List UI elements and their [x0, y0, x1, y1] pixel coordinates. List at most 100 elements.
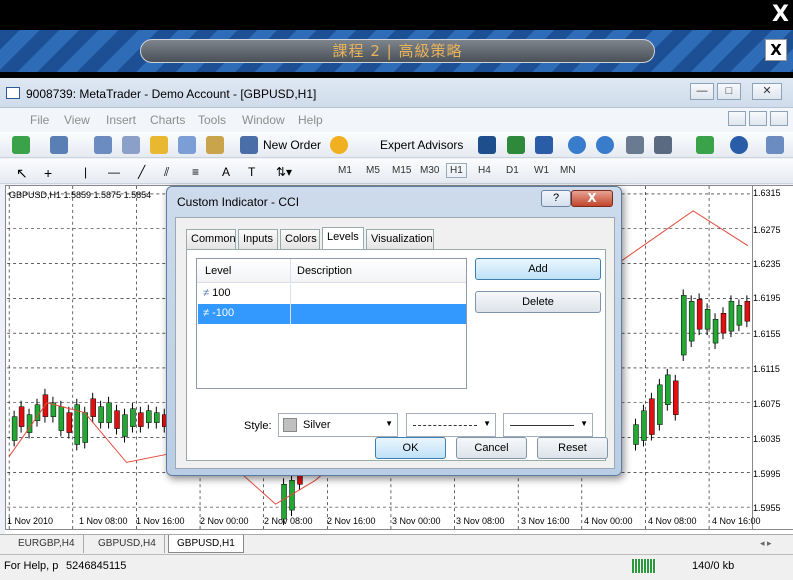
- navigator-icon[interactable]: [150, 136, 168, 154]
- tf-w1[interactable]: W1: [534, 165, 549, 176]
- cancel-button[interactable]: Cancel: [456, 437, 527, 459]
- price-label: 1.6035: [753, 434, 781, 444]
- bar-chart-icon[interactable]: [478, 136, 496, 154]
- title-bar: 9008739: MetaTrader - Demo Account - [GB…: [0, 78, 793, 108]
- candle: [98, 406, 104, 423]
- line-chart-icon[interactable]: [535, 136, 553, 154]
- status-bar: For Help, p 5246845115 140/0 kb: [0, 554, 793, 580]
- mdi-minimize-button[interactable]: [728, 111, 746, 126]
- style-color-select[interactable]: Silver ▼: [278, 413, 398, 437]
- tf-m5[interactable]: M5: [366, 165, 380, 176]
- dialog-help-button[interactable]: ?: [541, 190, 571, 207]
- reset-button[interactable]: Reset: [537, 437, 608, 459]
- cursor-icon[interactable]: ↖: [16, 165, 28, 182]
- column-description[interactable]: Description: [297, 265, 352, 277]
- chart-tab-gbpusd-h1[interactable]: GBPUSD,H1: [168, 535, 244, 553]
- profiles-icon[interactable]: [50, 136, 68, 154]
- tf-h4[interactable]: H4: [478, 165, 491, 176]
- line-style-select[interactable]: ▼: [406, 413, 496, 437]
- tf-mn[interactable]: MN: [560, 165, 576, 176]
- expert-advisors-button[interactable]: Expert Advisors: [380, 138, 463, 152]
- candlesticks-icon[interactable]: [507, 136, 525, 154]
- strategy-tester-icon[interactable]: [206, 136, 224, 154]
- candle: [90, 398, 96, 417]
- menu-insert[interactable]: Insert: [106, 113, 136, 127]
- maximize-button[interactable]: □: [717, 83, 741, 100]
- zoom-in-icon[interactable]: [568, 136, 586, 154]
- delete-button[interactable]: Delete: [475, 291, 601, 313]
- time-label: 4 Nov 16:00: [712, 516, 761, 526]
- crosshair-icon[interactable]: +: [44, 165, 52, 181]
- line-width-select[interactable]: ▼: [503, 413, 593, 437]
- periods-icon[interactable]: [730, 136, 748, 154]
- tab-inputs[interactable]: Inputs: [238, 229, 278, 249]
- overlay-top-bar: X: [0, 0, 793, 30]
- mdi-close-button[interactable]: [770, 111, 788, 126]
- candle: [665, 374, 671, 405]
- indicators-icon[interactable]: [696, 136, 714, 154]
- menu-window[interactable]: Window: [242, 113, 285, 127]
- arrows-icon[interactable]: ⇅▾: [276, 165, 292, 179]
- new-order-button[interactable]: New Order: [263, 138, 321, 152]
- minimize-button[interactable]: —: [690, 83, 714, 100]
- candle: [688, 301, 695, 342]
- zoom-out-icon[interactable]: [596, 136, 614, 154]
- tf-m30[interactable]: M30: [420, 165, 439, 176]
- tab-levels[interactable]: Levels: [322, 227, 364, 250]
- horizontal-line-icon[interactable]: —: [108, 165, 120, 179]
- window-close-button[interactable]: ✕: [752, 83, 782, 100]
- tf-h1[interactable]: H1: [446, 163, 467, 178]
- dialog-title: Custom Indicator - CCI: [177, 195, 300, 209]
- candle: [154, 412, 160, 423]
- chart-tab-eurgbp-h4[interactable]: EURGBP,H4: [10, 535, 84, 553]
- price-axis: 1.6315 1.6275 1.6235 1.6195 1.6155 1.611…: [753, 185, 793, 530]
- candle: [82, 412, 88, 443]
- tab-visualization[interactable]: Visualization: [366, 229, 434, 249]
- terminal-icon[interactable]: [178, 136, 196, 154]
- tab-scroll-arrows[interactable]: ◂ ▸: [760, 538, 772, 549]
- ok-button[interactable]: OK: [375, 437, 446, 459]
- market-watch-icon[interactable]: [94, 136, 112, 154]
- level-row[interactable]: ≠ 100: [198, 284, 466, 304]
- templates-icon[interactable]: [766, 136, 784, 154]
- price-label: 1.5955: [753, 503, 781, 513]
- time-label: 2 Nov 16:00: [327, 516, 376, 526]
- new-order-icon[interactable]: [240, 136, 258, 154]
- menu-charts[interactable]: Charts: [150, 113, 185, 127]
- candle: [281, 484, 287, 520]
- levels-panel: Level Description ≠ 100 ≠ -100 Add Delet…: [186, 249, 606, 461]
- candle: [657, 384, 663, 425]
- tab-common[interactable]: Common: [186, 229, 236, 249]
- fibonacci-icon[interactable]: ≡: [192, 165, 199, 179]
- tf-d1[interactable]: D1: [506, 165, 519, 176]
- data-window-icon[interactable]: [122, 136, 140, 154]
- price-label: 1.6075: [753, 399, 781, 409]
- menu-tools[interactable]: Tools: [198, 113, 226, 127]
- candle: [673, 380, 679, 415]
- vertical-line-icon[interactable]: |: [84, 165, 87, 179]
- channel-icon[interactable]: ⫽: [164, 165, 169, 180]
- mdi-restore-button[interactable]: [749, 111, 767, 126]
- expert-advisors-icon[interactable]: [330, 136, 348, 154]
- menu-view[interactable]: View: [64, 113, 90, 127]
- overlay-close-button[interactable]: X: [772, 2, 789, 27]
- column-level[interactable]: Level: [205, 265, 231, 277]
- text-icon[interactable]: A: [222, 165, 230, 179]
- time-label: 3 Nov 16:00: [521, 516, 570, 526]
- tab-colors[interactable]: Colors: [280, 229, 320, 249]
- menu-help[interactable]: Help: [298, 113, 323, 127]
- dialog-close-button[interactable]: X: [571, 190, 613, 207]
- banner-close-button[interactable]: X: [765, 39, 787, 61]
- menu-file[interactable]: File: [30, 113, 49, 127]
- text-label-icon[interactable]: T: [248, 165, 255, 179]
- trendline-icon[interactable]: ╱: [138, 165, 145, 179]
- tf-m1[interactable]: M1: [338, 165, 352, 176]
- tile-windows-icon[interactable]: [626, 136, 644, 154]
- chart-shift-icon[interactable]: [654, 136, 672, 154]
- levels-list[interactable]: Level Description ≠ 100 ≠ -100: [196, 258, 467, 389]
- level-row-selected[interactable]: ≠ -100: [198, 304, 466, 324]
- add-button[interactable]: Add: [475, 258, 601, 280]
- chart-tab-gbpusd-h4[interactable]: GBPUSD,H4: [90, 535, 165, 553]
- tf-m15[interactable]: M15: [392, 165, 411, 176]
- new-chart-icon[interactable]: [12, 136, 30, 154]
